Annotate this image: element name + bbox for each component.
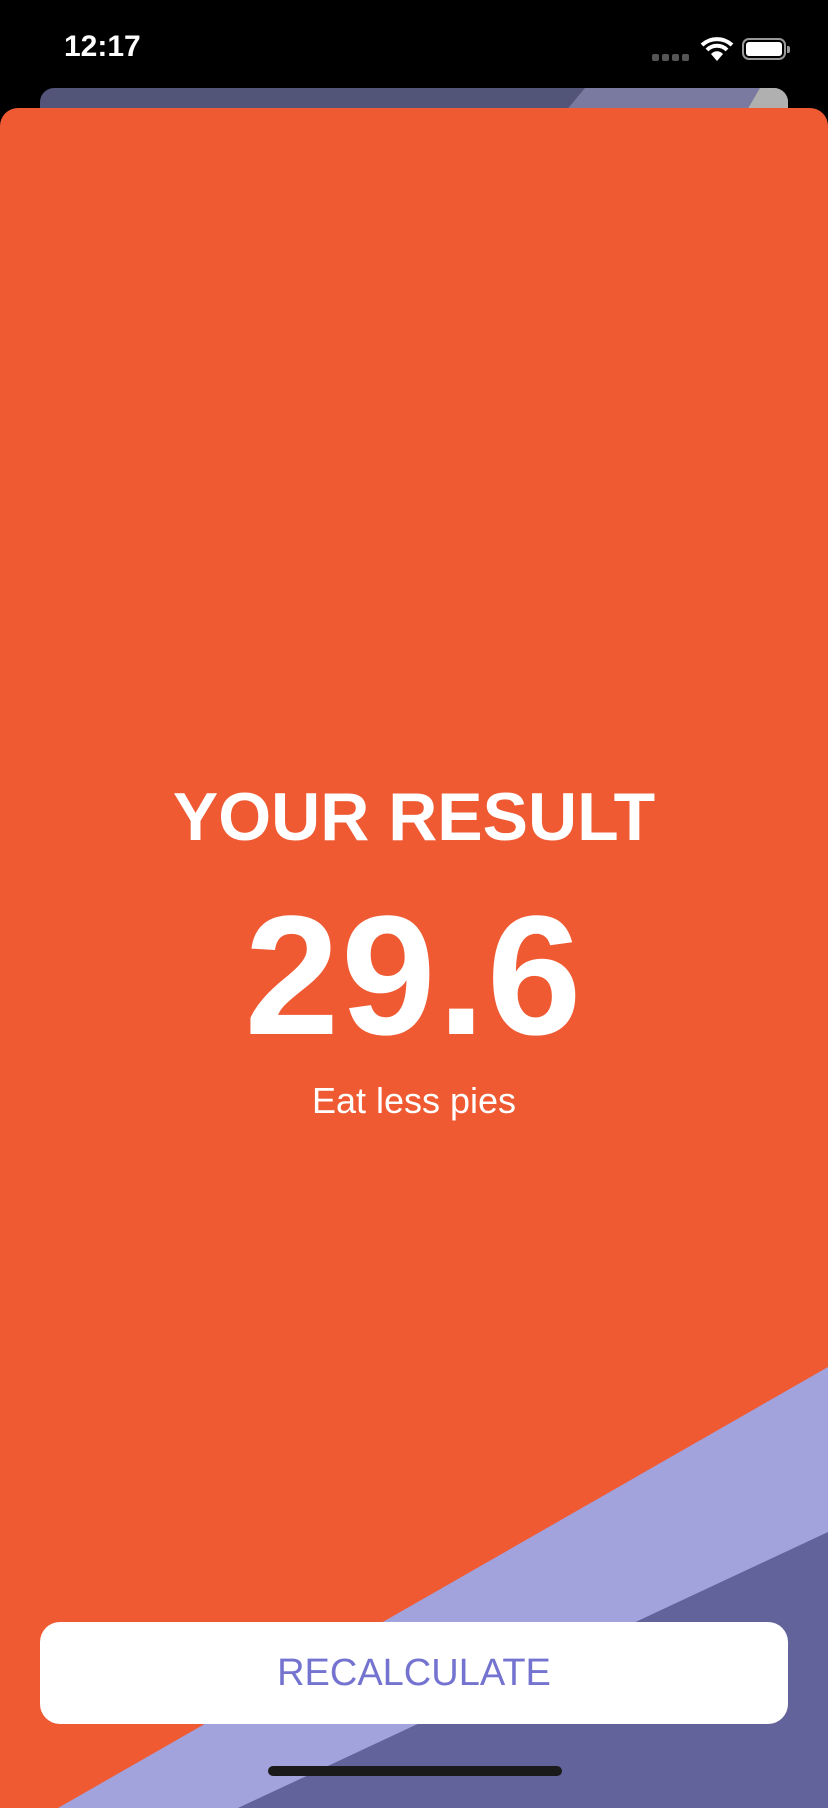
status-bar: 12:17 [0,0,828,88]
home-indicator[interactable] [268,1766,562,1776]
battery-icon [742,38,790,60]
result-advice: Eat less pies [311,1080,517,1121]
cellular-signal-icon [652,54,689,61]
result-card: YOUR RESULT 29.6 Eat less pies [0,108,828,1808]
result-value: 29.6 [244,881,584,1071]
recalculate-button[interactable]: RECALCULATE [40,1622,788,1724]
result-title: YOUR RESULT [172,779,656,855]
status-time: 12:17 [64,30,141,63]
wifi-icon [700,37,734,61]
